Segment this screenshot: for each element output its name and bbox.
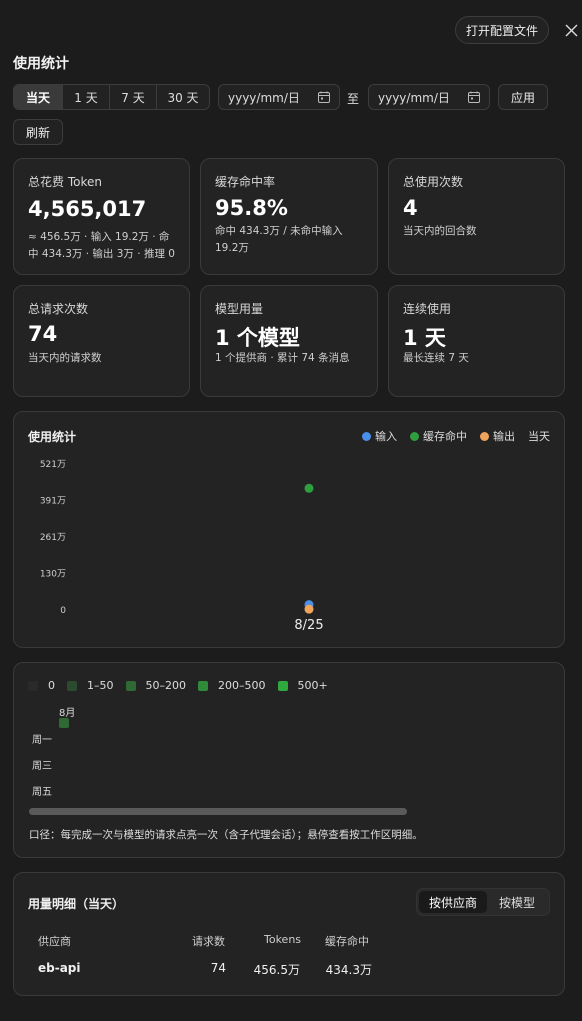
heatmap-legend-label-2: 50–200 (145, 679, 187, 692)
cache-hit-card: 缓存命中率 95.8% 命中 434.3万 / 未命中输入 19.2万 (200, 158, 378, 275)
heatmap-legend-label-3: 200–500 (218, 679, 266, 692)
heatmap-legend-label-0: 0 (48, 679, 55, 692)
date-to-input[interactable]: yyyy/mm/日 (368, 84, 490, 110)
usage-detail-title: 用量明细（当天） (28, 897, 125, 911)
heatmap-legend-label-1: 1–50 (87, 679, 114, 692)
cache-hit-value: 95.8% (215, 196, 288, 220)
table-row-requests: 74 (210, 961, 226, 975)
usage-chart: 521万 391万 261万 130万 0 8/25 (40, 460, 324, 633)
total-requests-card: 总请求次数 74 当天内的请求数 (13, 285, 190, 397)
close-icon (565, 24, 577, 36)
model-usage-card: 模型用量 1 个模型 1 个提供商 · 累计 74 条消息 (200, 285, 378, 397)
streak-card: 连续使用 1 天 最长连续 7 天 (388, 285, 565, 397)
heatmap-active-cell[interactable] (59, 718, 69, 728)
heatmap-legend: 0 1–50 50–200 200–500 500+ (28, 679, 340, 692)
heatmap-legend-swatch-3 (198, 680, 208, 691)
y-tick-label: 391万 (40, 496, 66, 506)
range-today-button[interactable]: 当天 (14, 85, 63, 109)
heatmap-legend-swatch-4 (277, 680, 288, 691)
range-7day-button[interactable]: 7 天 (110, 85, 157, 109)
x-tick-label: 8/25 (294, 618, 323, 633)
date-from-input[interactable]: yyyy/mm/日 (218, 84, 340, 110)
total-uses-label: 总使用次数 (403, 175, 464, 189)
total-cost-value: 4,565,017 (28, 197, 147, 221)
detail-toggle: 按供应商 按模型 (416, 888, 550, 916)
close-button[interactable] (561, 20, 581, 40)
date-to-placeholder: yyyy/mm/日 (378, 90, 450, 105)
y-tick-label: 521万 (40, 460, 66, 470)
model-usage-sub: 1 个提供商 · 累计 74 条消息 (215, 352, 350, 364)
heatmap-legend-swatch-2 (125, 680, 136, 691)
total-requests-sub: 当天内的请求数 (28, 352, 102, 364)
refresh-button[interactable]: 刷新 (13, 119, 63, 145)
calendar-icon (318, 91, 330, 103)
heatmap-weekday-wed: 周三 (32, 761, 52, 772)
y-tick-label: 130万 (40, 570, 66, 580)
output-point[interactable] (304, 604, 314, 614)
y-tick-label: 0 (60, 606, 66, 616)
total-requests-value: 74 (28, 322, 58, 346)
total-uses-sub: 当天内的回合数 (403, 225, 477, 237)
cache-hit-label: 缓存命中率 (215, 175, 276, 189)
heatmap-legend-swatch-0 (28, 680, 38, 691)
activity-heatmap-card: 0 1–50 50–200 200–500 500+ 8月 周一 周三 周五 口… (13, 662, 565, 858)
heatmap-legend-swatch-1 (67, 680, 77, 691)
column-header-tokens: Tokens (264, 933, 302, 946)
apply-button[interactable]: 应用 (498, 84, 548, 110)
total-cost-card: 总花费 Token 4,565,017 ≈ 456.5万 · 输入 19.2万 … (13, 158, 190, 275)
heatmap-month-label: 8月 (59, 708, 76, 719)
date-from-placeholder: yyyy/mm/日 (228, 90, 300, 105)
table-row-cache-hit: 434.3万 (325, 963, 372, 977)
usage-chart-card: 使用统计 输入 缓存命中 输出 当天 521万 391万 261万 130万 0 8/25 (13, 411, 565, 648)
model-usage-label: 模型用量 (215, 302, 264, 316)
usage-detail-card: 用量明细（当天） 按供应商 按模型 供应商 请求数 Tokens 缓存命中 eb… (13, 872, 565, 996)
table-row-tokens: 456.5万 (253, 963, 300, 977)
total-requests-label: 总请求次数 (28, 302, 89, 316)
heatmap-weekday-fri: 周五 (32, 787, 52, 798)
cache-hit-breakdown: 命中 434.3万 / 未命中输入 19.2万 (215, 225, 343, 254)
table-row-provider: eb-api (38, 961, 81, 975)
streak-label: 连续使用 (403, 302, 452, 316)
column-header-cache-hit: 缓存命中 (325, 935, 369, 948)
total-cost-label: 总花费 Token (28, 175, 102, 189)
cache-hit-point[interactable] (304, 483, 314, 493)
range-1day-button[interactable]: 1 天 (63, 85, 110, 109)
toggle-by-provider[interactable]: 按供应商 (419, 891, 487, 913)
date-range-to-label: 至 (347, 92, 360, 106)
heatmap-note: 口径：每完成一次与模型的请求点亮一次（含子代理会话）；悬停查看按工作区明细。 (29, 829, 423, 841)
calendar-icon (468, 91, 480, 103)
toggle-by-model[interactable]: 按模型 (487, 891, 547, 913)
heatmap-legend-label-4: 500+ (297, 679, 328, 692)
total-uses-value: 4 (403, 196, 418, 220)
open-config-button[interactable]: 打开配置文件 (455, 16, 549, 44)
streak-sub: 最长连续 7 天 (403, 352, 469, 364)
column-header-provider: 供应商 (38, 935, 71, 948)
model-usage-value: 1 个模型 (215, 326, 300, 350)
range-selector: 当天 1 天 7 天 30 天 (13, 84, 210, 110)
range-30day-button[interactable]: 30 天 (157, 85, 209, 109)
heatmap-weekday-mon: 周一 (32, 735, 52, 746)
y-tick-label: 261万 (40, 533, 66, 543)
column-header-requests: 请求数 (192, 935, 225, 948)
total-uses-card: 总使用次数 4 当天内的回合数 (388, 158, 565, 275)
page-title: 使用统计 (13, 56, 69, 72)
total-cost-breakdown: ≈ 456.5万 · 输入 19.2万 · 命中 434.3万 · 输出 3万 … (28, 231, 175, 260)
streak-value: 1 天 (403, 326, 446, 350)
top-bar: 打开配置文件 (0, 16, 582, 46)
heatmap-scrollbar[interactable] (29, 808, 407, 815)
